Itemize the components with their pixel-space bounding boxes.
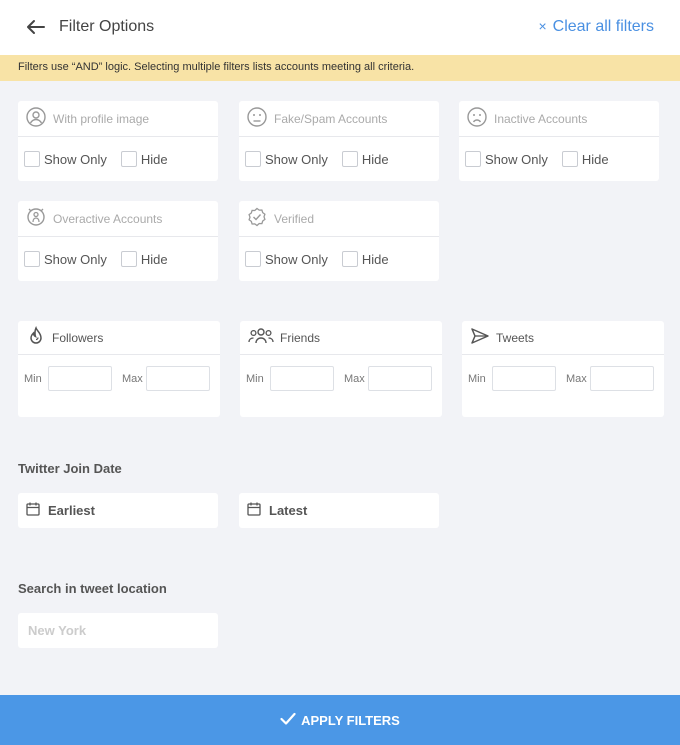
hide-checkbox[interactable] — [120, 251, 137, 267]
latest-label: Latest — [269, 503, 308, 518]
max-label: Max — [122, 372, 143, 385]
followers-min-input[interactable] — [48, 366, 112, 391]
earliest-label: Earliest — [48, 503, 95, 518]
filter-card-inactive: Inactive Accounts Show Only Hide — [459, 101, 659, 181]
min-label: Min — [24, 372, 42, 385]
range-card-followers: Followers Min Max — [18, 321, 220, 417]
earliest-date-picker[interactable]: Earliest — [18, 493, 218, 528]
range-card-friends: Friends Min Max — [240, 321, 442, 417]
filter-label: Verified — [274, 211, 315, 226]
hide-label: Hide — [361, 251, 389, 267]
flame-icon — [26, 326, 52, 349]
show-only-checkbox[interactable] — [24, 251, 40, 267]
range-label: Followers — [52, 330, 104, 345]
friends-max-input[interactable] — [368, 366, 432, 391]
back-arrow-icon[interactable] — [24, 15, 48, 39]
friends-min-input[interactable] — [270, 366, 334, 391]
location-title: Search in tweet location — [18, 581, 167, 596]
apply-label: APPLY FILTERS — [301, 712, 400, 728]
range-label: Tweets — [496, 330, 535, 345]
join-date-title: Twitter Join Date — [18, 461, 122, 476]
min-label: Min — [246, 372, 264, 385]
show-only-label: Show Only — [265, 151, 328, 167]
filter-card-overactive: Overactive Accounts Show Only Hide — [18, 201, 218, 281]
range-card-tweets: Tweets Min Max — [462, 321, 664, 417]
calendar-icon — [247, 502, 269, 519]
user-circle-icon — [26, 107, 53, 130]
clear-all-label: Clear all filters — [552, 18, 654, 35]
location-search-input[interactable] — [18, 613, 218, 648]
followers-max-input[interactable] — [146, 366, 210, 391]
hide-checkbox[interactable] — [341, 151, 358, 167]
show-only-label: Show Only — [485, 151, 548, 167]
hide-checkbox[interactable] — [561, 151, 578, 167]
show-only-label: Show Only — [44, 151, 107, 167]
hide-checkbox[interactable] — [120, 151, 137, 167]
show-only-checkbox[interactable] — [245, 251, 261, 267]
show-only-checkbox[interactable] — [24, 151, 40, 167]
filter-card-fake-spam: Fake/Spam Accounts Show Only Hide — [239, 101, 439, 181]
activity-person-icon — [26, 207, 53, 230]
filter-label: Inactive Accounts — [494, 111, 588, 126]
hide-checkbox[interactable] — [341, 251, 358, 267]
tweets-max-input[interactable] — [590, 366, 654, 391]
hide-label: Hide — [140, 151, 168, 167]
filter-label: Fake/Spam Accounts — [274, 111, 388, 126]
verified-badge-icon — [247, 207, 274, 230]
show-only-checkbox[interactable] — [465, 151, 481, 167]
filter-label: With profile image — [53, 111, 150, 126]
show-only-label: Show Only — [265, 251, 328, 267]
send-icon — [470, 326, 496, 349]
header-bar: Filter Options × Clear all filters — [0, 0, 680, 55]
calendar-icon — [26, 502, 48, 519]
logic-notice-banner: Filters use “AND” logic. Selecting multi… — [0, 55, 680, 81]
page-title: Filter Options — [59, 18, 155, 35]
filter-card-verified: Verified Show Only Hide — [239, 201, 439, 281]
people-group-icon — [248, 326, 280, 349]
max-label: Max — [566, 372, 587, 385]
filter-label: Overactive Accounts — [53, 211, 163, 226]
max-label: Max — [344, 372, 365, 385]
min-label: Min — [468, 372, 486, 385]
hide-label: Hide — [361, 151, 389, 167]
show-only-label: Show Only — [44, 251, 107, 267]
sad-face-icon — [467, 107, 494, 130]
filter-card-profile-image: With profile image Show Only Hide — [18, 101, 218, 181]
apply-filters-button[interactable]: APPLY FILTERS — [0, 695, 680, 745]
close-icon: × — [538, 18, 547, 34]
show-only-checkbox[interactable] — [245, 151, 261, 167]
hide-label: Hide — [140, 251, 168, 267]
latest-date-picker[interactable]: Latest — [239, 493, 439, 528]
range-label: Friends — [280, 330, 321, 345]
hide-label: Hide — [581, 151, 609, 167]
clear-all-filters-button[interactable]: × Clear all filters — [538, 18, 654, 36]
checkmark-icon — [280, 712, 301, 729]
tweets-min-input[interactable] — [492, 366, 556, 391]
frown-face-icon — [247, 107, 274, 130]
